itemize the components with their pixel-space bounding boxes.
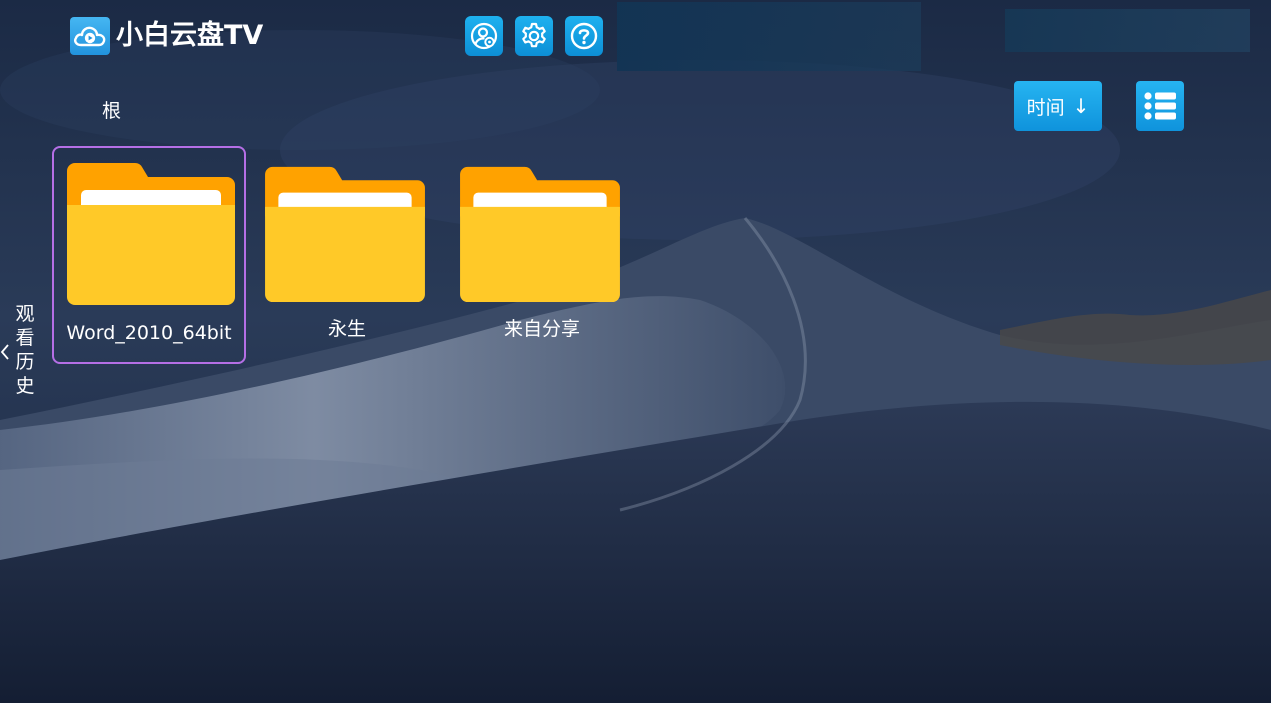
folder-name: 来自分享 (503, 318, 580, 340)
header-banner-panel (617, 2, 921, 71)
watch-history-label: 观看历史 (15, 303, 35, 397)
sort-by-time-button[interactable]: 时间 ↓ (1014, 81, 1102, 131)
account-settings-button[interactable] (465, 16, 503, 56)
folder-icon (460, 166, 620, 303)
folder-icon (67, 162, 235, 305)
help-button[interactable] (565, 16, 603, 56)
folder-name: Word_2010_64bit (66, 322, 232, 344)
cloud-play-icon (74, 26, 106, 47)
watch-history-tab[interactable]: 观看历史 (0, 302, 40, 402)
chevron-left-icon (0, 344, 9, 360)
folder-name: 永生 (327, 318, 366, 340)
app-logo (70, 17, 110, 55)
folder-item[interactable]: Word_2010_64bit (52, 146, 246, 364)
breadcrumb[interactable]: 根 (102, 98, 121, 124)
folder-item[interactable]: 永生 (250, 150, 444, 368)
sort-label: 时间 (1026, 96, 1065, 119)
app-title: 小白云盘TV (116, 20, 264, 51)
folder-item[interactable]: 来自分享 (445, 150, 639, 368)
sort-direction-icon: ↓ (1072, 94, 1090, 118)
view-mode-button[interactable] (1136, 81, 1184, 131)
list-view-icon (1144, 92, 1176, 120)
account-settings-icon (470, 22, 498, 50)
settings-button[interactable] (515, 16, 553, 56)
folder-icon (265, 166, 425, 303)
header-side-panel (1005, 9, 1250, 52)
help-icon (570, 22, 598, 50)
gear-icon (522, 22, 546, 48)
